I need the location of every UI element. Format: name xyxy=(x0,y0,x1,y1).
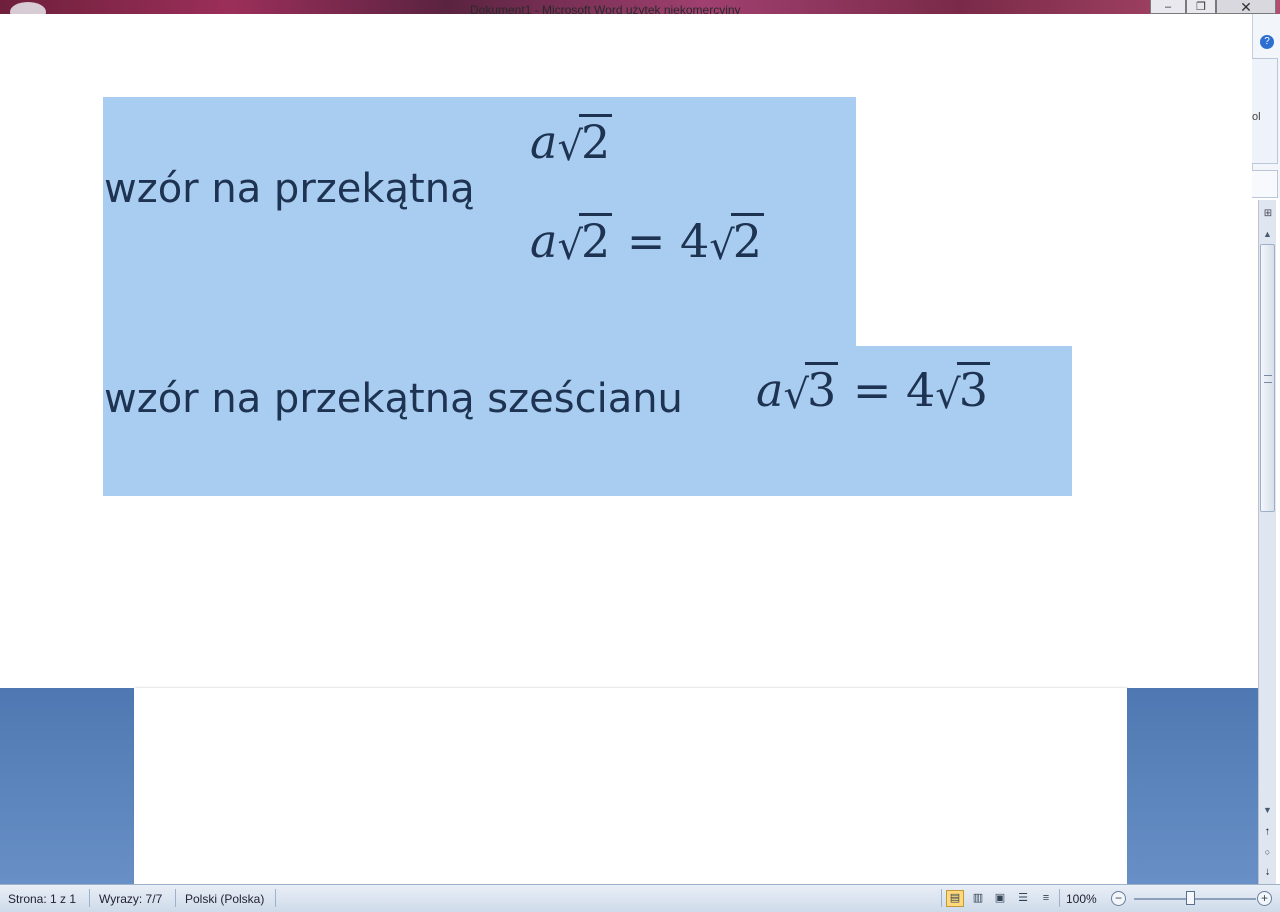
radicand: 2 xyxy=(578,213,613,268)
radical: √3 xyxy=(783,362,839,418)
radical: √2 xyxy=(557,213,613,269)
language-indicator[interactable]: Polski (Polska) xyxy=(185,892,264,906)
draft-view-icon[interactable]: ≡ xyxy=(1037,890,1055,907)
math-variable: a xyxy=(530,214,558,268)
minimize-button[interactable]: – xyxy=(1150,0,1186,14)
vertical-scrollbar[interactable]: ⊞ ▲ ▼ ⭡ ○ ⭣ xyxy=(1258,200,1276,884)
ribbon-group-fragment[interactable]: ol xyxy=(1252,58,1278,164)
zoom-slider-thumb[interactable] xyxy=(1186,891,1195,905)
restore-button[interactable]: ❐ xyxy=(1186,0,1216,14)
full-screen-reading-icon[interactable]: ▥ xyxy=(969,890,987,907)
zoom-out-icon[interactable]: − xyxy=(1111,891,1126,906)
next-page-icon[interactable]: ⭣ xyxy=(1259,864,1276,880)
equation-a-sqrt2-equals-4-sqrt2[interactable]: a√2 = 4√2 xyxy=(530,213,765,269)
equation-a-sqrt2[interactable]: a√2 xyxy=(530,114,613,170)
scroll-up-arrow-icon[interactable]: ▲ xyxy=(1259,226,1276,242)
zoom-slider-track[interactable] xyxy=(1134,898,1256,900)
cube-diagonal-formula-label[interactable]: wzór na przekątną sześcianu xyxy=(104,376,683,422)
divider xyxy=(941,889,942,907)
zoom-in-icon[interactable]: + xyxy=(1257,891,1272,906)
help-icon[interactable]: ? xyxy=(1260,35,1274,49)
divider xyxy=(275,889,276,907)
radicand-rhs: 2 xyxy=(730,213,765,268)
workspace-background-right xyxy=(1127,688,1258,884)
window-title-bar: Dokument1 - Microsoft Word użytek niekom… xyxy=(0,0,1280,14)
previous-page-icon[interactable]: ⭡ xyxy=(1259,824,1276,840)
scrollbar-thumb[interactable] xyxy=(1260,244,1275,512)
print-layout-icon[interactable]: ▤ xyxy=(946,890,964,907)
radicand: 3 xyxy=(804,362,839,417)
grip-icon xyxy=(1264,375,1272,383)
scroll-down-arrow-icon[interactable]: ▼ xyxy=(1259,802,1276,818)
radicand: 2 xyxy=(578,114,613,169)
radicand-rhs: 3 xyxy=(956,362,991,417)
word-count[interactable]: Wyrazy: 7/7 xyxy=(99,892,162,906)
page-count[interactable]: Strona: 1 z 1 xyxy=(8,892,76,906)
close-button[interactable]: ✕ xyxy=(1216,0,1276,14)
math-variable: a xyxy=(530,115,558,169)
equation-a-sqrt3-equals-4-sqrt3[interactable]: a√3 = 4√3 xyxy=(756,362,991,418)
status-bar: Strona: 1 z 1 Wyrazy: 7/7 Polski (Polska… xyxy=(0,884,1280,912)
zoom-level[interactable]: 100% xyxy=(1066,892,1097,906)
document-page-lower[interactable] xyxy=(134,688,1127,884)
radical-rhs: √3 xyxy=(935,362,991,418)
select-browse-object-icon[interactable]: ○ xyxy=(1259,844,1276,860)
diagonal-formula-label[interactable]: wzór na przekątną xyxy=(104,166,475,212)
web-layout-icon[interactable]: ▣ xyxy=(991,890,1009,907)
workspace-background-left xyxy=(0,688,134,884)
divider xyxy=(89,889,90,907)
office-button[interactable] xyxy=(10,2,46,14)
equals-coefficient: = 4 xyxy=(612,214,710,268)
window-title: Dokument1 - Microsoft Word użytek niekom… xyxy=(470,3,741,14)
divider xyxy=(1059,889,1060,907)
radical-rhs: √2 xyxy=(709,213,765,269)
ribbon-group-label: ol xyxy=(1252,111,1261,123)
view-ruler-icon[interactable]: ⊞ xyxy=(1261,208,1275,220)
ruler-fragment xyxy=(1252,170,1278,198)
divider xyxy=(175,889,176,907)
outline-view-icon[interactable]: ☰ xyxy=(1014,890,1032,907)
math-variable: a xyxy=(756,363,784,417)
radical: √2 xyxy=(557,114,613,170)
equals-coefficient: = 4 xyxy=(838,363,936,417)
